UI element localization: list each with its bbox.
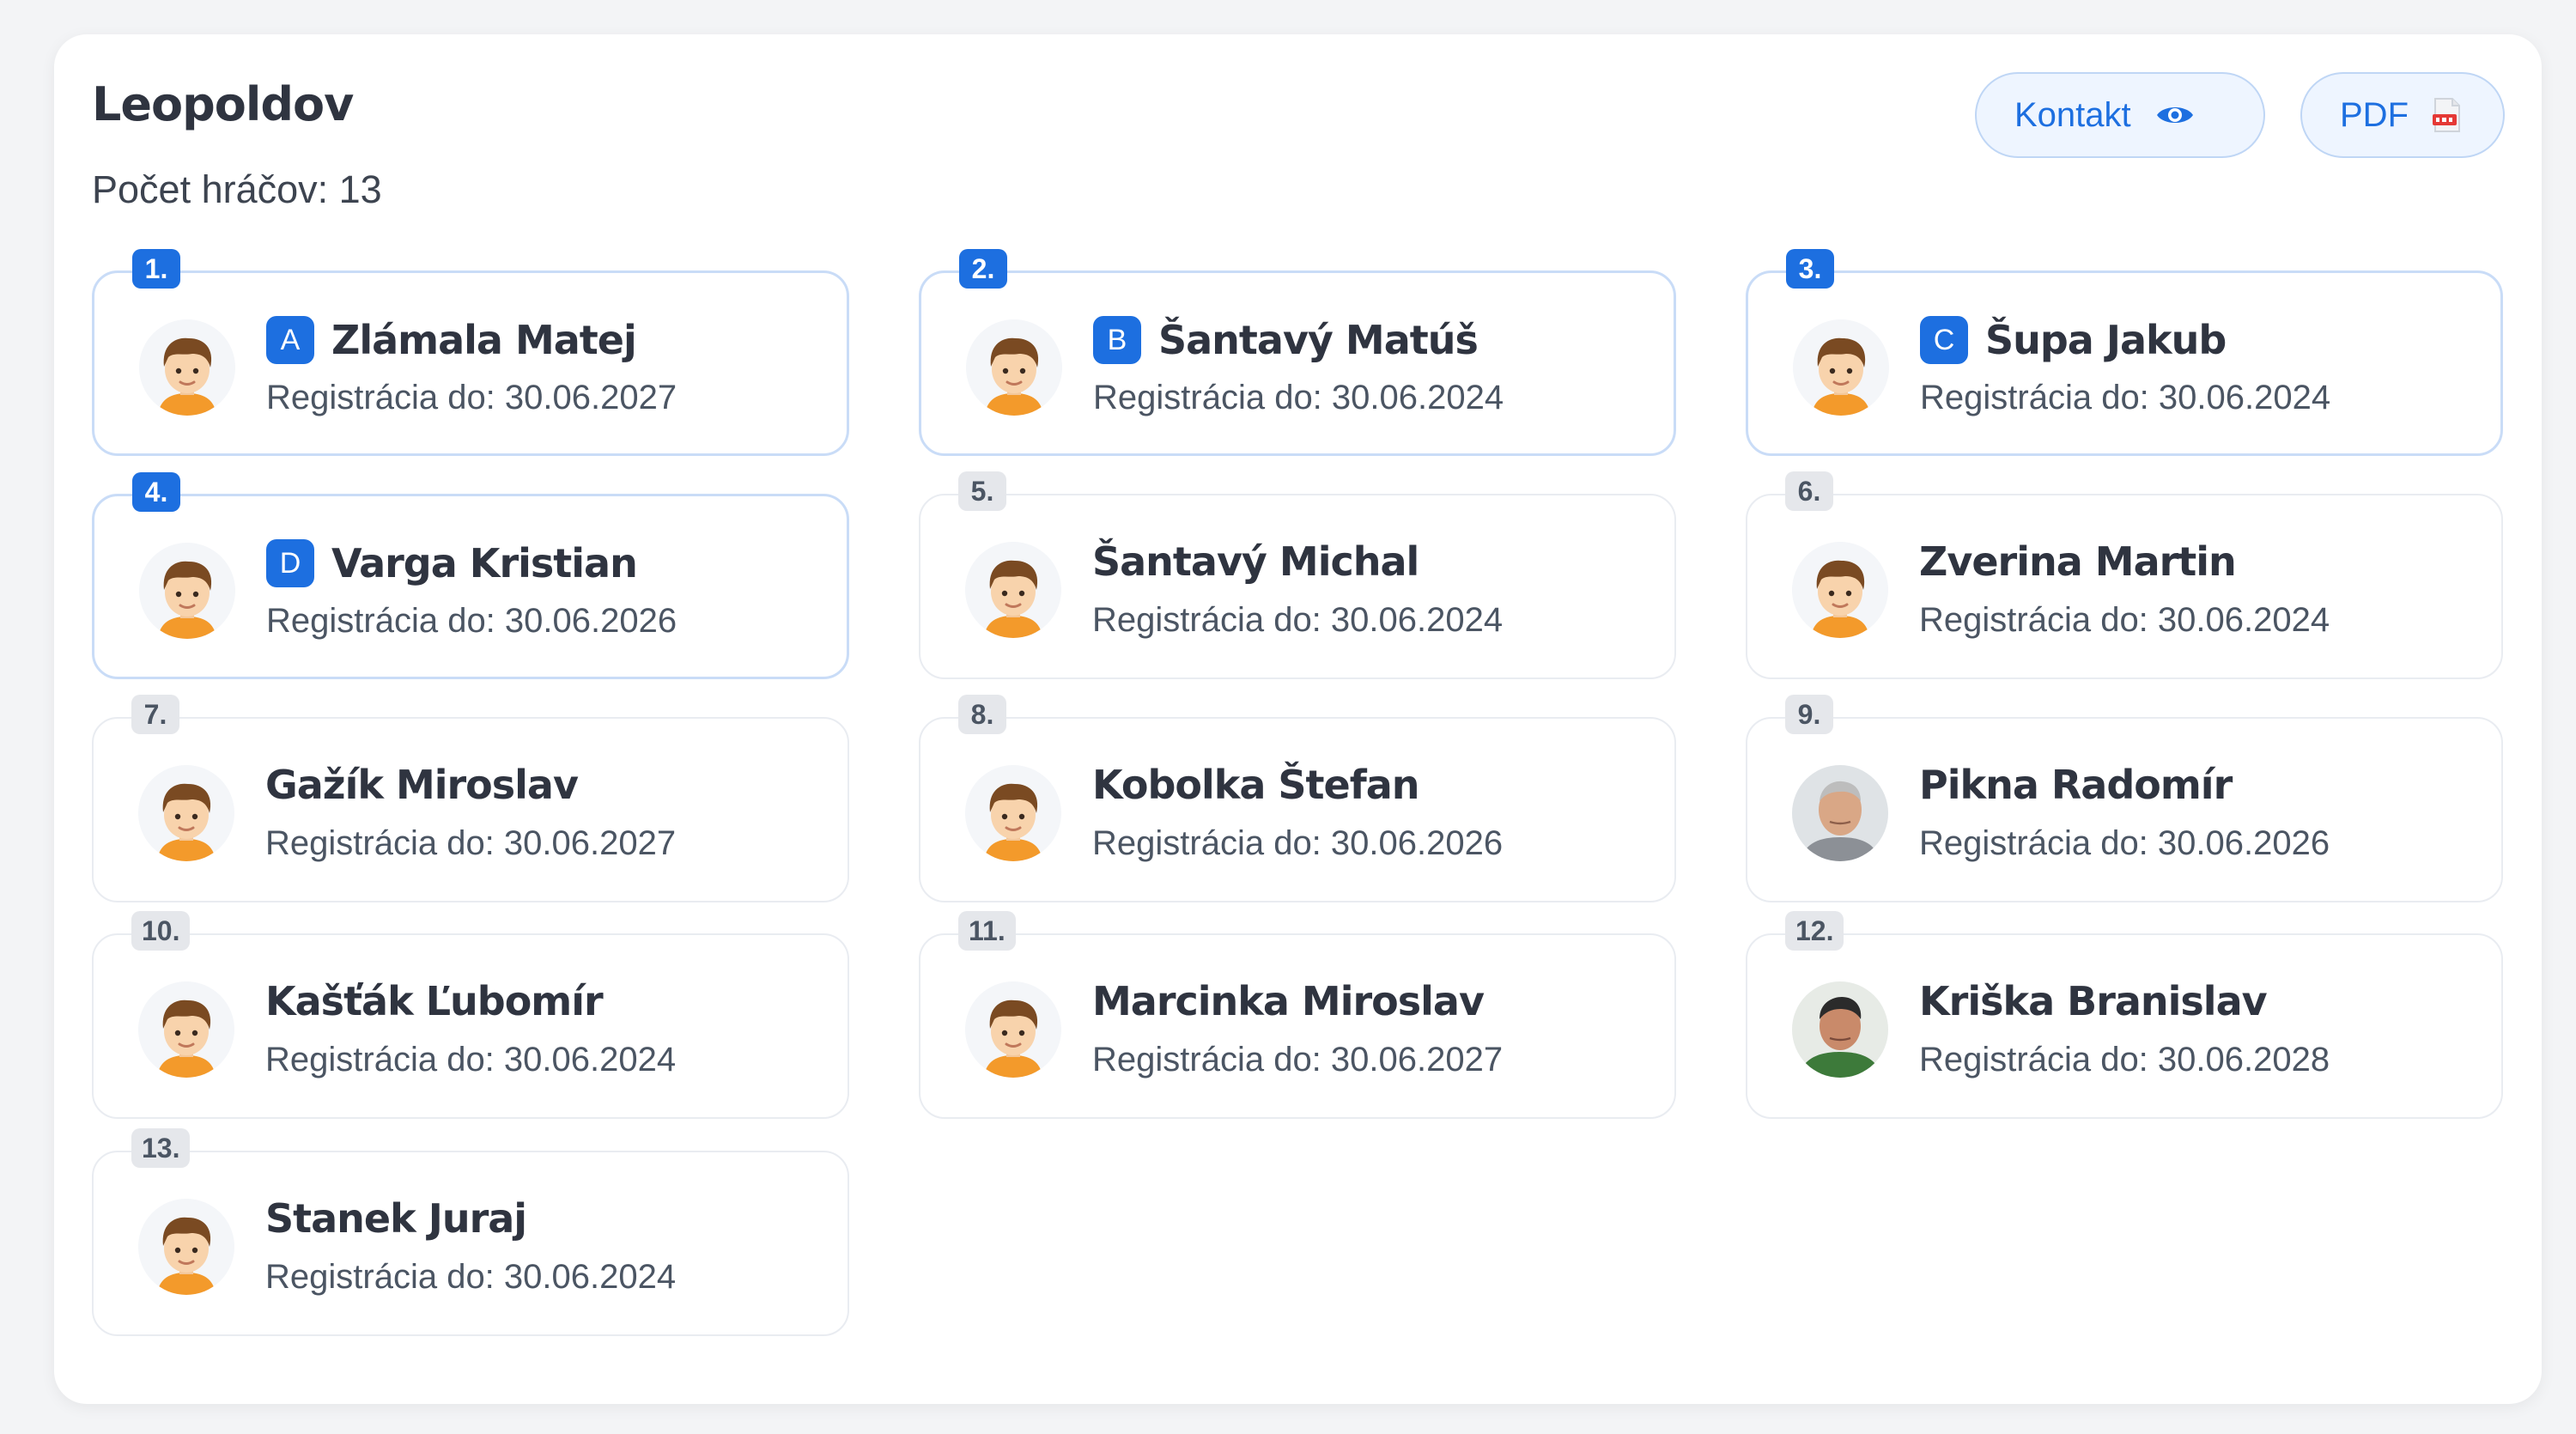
player-number-badge: 5. xyxy=(958,471,1006,511)
player-card[interactable]: 3. C Šupa Jakub Registrácia do: 30.06.2024 xyxy=(1746,249,2503,456)
player-name: Kobolka Štefan xyxy=(1092,762,1420,808)
player-number-badge: 13. xyxy=(131,1128,191,1168)
player-card[interactable]: 5. Šantavý Michal Registrácia do: 30.06.2… xyxy=(919,471,1676,679)
player-card[interactable]: 10. Kašťák Ľubomír Registrácia do: 30.06.… xyxy=(92,911,849,1119)
player-avatar xyxy=(965,765,1061,861)
player-registration: Registrácia do: 30.06.2024 xyxy=(1093,379,1504,416)
player-name-row: Pikna Radomír xyxy=(1919,762,2233,808)
player-letter-badge: A xyxy=(266,316,314,364)
player-avatar xyxy=(139,319,235,416)
player-count: Počet hráčov: 13 xyxy=(92,167,382,211)
player-letter-badge: B xyxy=(1093,316,1141,364)
player-name: Zlámala Matej xyxy=(331,317,637,363)
team-title: Leopoldov xyxy=(92,77,354,131)
player-name: Šupa Jakub xyxy=(1985,317,2227,363)
player-registration: Registrácia do: 30.06.2024 xyxy=(265,1258,677,1296)
pdf-file-icon xyxy=(2433,97,2462,133)
player-registration: Registrácia do: 30.06.2027 xyxy=(1092,1041,1504,1079)
player-number-badge: 7. xyxy=(131,695,179,734)
player-number-badge: 4. xyxy=(132,472,180,512)
player-name-row: A Zlámala Matej xyxy=(266,316,637,364)
player-name: Zverina Martin xyxy=(1919,538,2237,585)
player-card[interactable]: 2. B Šantavý Matúš Registrácia do: 30.06.2… xyxy=(919,249,1676,456)
player-avatar xyxy=(1792,981,1888,1078)
eye-icon xyxy=(2155,102,2195,128)
player-name-row: Kriška Branislav xyxy=(1919,978,2268,1024)
player-card[interactable]: 13. Stanek Juraj Registrácia do: 30.06.20… xyxy=(92,1128,849,1336)
player-avatar xyxy=(965,981,1061,1078)
player-name: Gažík Miroslav xyxy=(265,762,579,808)
contact-button-label: Kontakt xyxy=(2014,95,2131,134)
player-registration: Registrácia do: 30.06.2027 xyxy=(266,379,677,416)
player-avatar xyxy=(1792,542,1888,638)
player-number-badge: 2. xyxy=(959,249,1007,289)
pdf-button[interactable]: PDF xyxy=(2300,72,2505,158)
player-number-badge: 8. xyxy=(958,695,1006,734)
player-name: Marcinka Miroslav xyxy=(1092,978,1485,1024)
player-name: Kašťák Ľubomír xyxy=(265,978,604,1024)
player-avatar xyxy=(139,543,235,639)
player-registration: Registrácia do: 30.06.2024 xyxy=(1920,379,2331,416)
player-name-row: Stanek Juraj xyxy=(265,1195,527,1242)
player-avatar xyxy=(138,1199,234,1295)
player-avatar xyxy=(138,765,234,861)
player-name-row: Kašťák Ľubomír xyxy=(265,978,604,1024)
player-name: Varga Kristian xyxy=(331,540,638,586)
player-name: Šantavý Matúš xyxy=(1158,317,1479,363)
pdf-button-label: PDF xyxy=(2340,95,2409,134)
contact-button[interactable]: Kontakt xyxy=(1975,72,2265,158)
player-name-row: C Šupa Jakub xyxy=(1920,316,2227,364)
player-registration: Registrácia do: 30.06.2026 xyxy=(266,602,677,640)
player-card[interactable]: 11. Marcinka Miroslav Registrácia do: 30.… xyxy=(919,911,1676,1119)
player-number-badge: 9. xyxy=(1785,695,1833,734)
player-card[interactable]: 4. D Varga Kristian Registrácia do: 30.06.… xyxy=(92,472,849,679)
player-card[interactable]: 12. Kriška Branislav Registrácia do: 30.0… xyxy=(1746,911,2503,1119)
player-letter-badge: D xyxy=(266,539,314,587)
player-number-badge: 12. xyxy=(1785,911,1844,951)
player-registration: Registrácia do: 30.06.2024 xyxy=(1092,601,1504,639)
player-registration: Registrácia do: 30.06.2026 xyxy=(1919,824,2330,862)
player-letter-badge: C xyxy=(1920,316,1968,364)
player-name-row: Šantavý Michal xyxy=(1092,538,1419,585)
player-name-row: Zverina Martin xyxy=(1919,538,2237,585)
player-name-row: Kobolka Štefan xyxy=(1092,762,1420,808)
player-name-row: B Šantavý Matúš xyxy=(1093,316,1479,364)
player-name: Stanek Juraj xyxy=(265,1195,527,1242)
player-avatar xyxy=(965,542,1061,638)
player-avatar xyxy=(1792,765,1888,861)
player-registration: Registrácia do: 30.06.2026 xyxy=(1092,824,1504,862)
player-card[interactable]: 1. A Zlámala Matej Registrácia do: 30.06.2… xyxy=(92,249,849,456)
player-number-badge: 10. xyxy=(131,911,191,951)
player-name-row: D Varga Kristian xyxy=(266,539,638,587)
player-card[interactable]: 6. Zverina Martin Registrácia do: 30.06.2… xyxy=(1746,471,2503,679)
player-registration: Registrácia do: 30.06.2024 xyxy=(1919,601,2330,639)
player-number-badge: 1. xyxy=(132,249,180,289)
player-name-row: Marcinka Miroslav xyxy=(1092,978,1485,1024)
player-registration: Registrácia do: 30.06.2028 xyxy=(1919,1041,2330,1079)
player-card[interactable]: 8. Kobolka Štefan Registrácia do: 30.06.2… xyxy=(919,695,1676,902)
player-name: Šantavý Michal xyxy=(1092,538,1419,585)
player-name-row: Gažík Miroslav xyxy=(265,762,579,808)
player-name: Pikna Radomír xyxy=(1919,762,2233,808)
player-avatar xyxy=(1793,319,1889,416)
player-number-badge: 11. xyxy=(958,911,1016,951)
player-number-badge: 3. xyxy=(1786,249,1834,289)
roster-panel: Leopoldov Počet hráčov: 13 Kontakt PDF 1… xyxy=(54,34,2542,1404)
player-card[interactable]: 7. Gažík Miroslav Registrácia do: 30.06.2… xyxy=(92,695,849,902)
player-registration: Registrácia do: 30.06.2027 xyxy=(265,824,677,862)
player-name: Kriška Branislav xyxy=(1919,978,2268,1024)
player-registration: Registrácia do: 30.06.2024 xyxy=(265,1041,677,1079)
player-card[interactable]: 9. Pikna Radomír Registrácia do: 30.06.20… xyxy=(1746,695,2503,902)
player-avatar xyxy=(966,319,1062,416)
player-avatar xyxy=(138,981,234,1078)
player-number-badge: 6. xyxy=(1785,471,1833,511)
